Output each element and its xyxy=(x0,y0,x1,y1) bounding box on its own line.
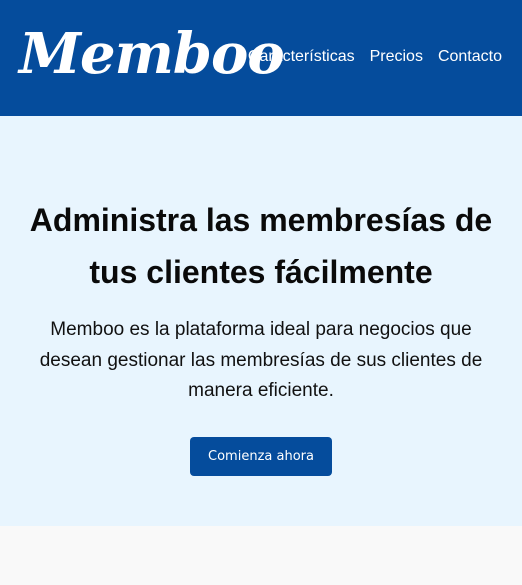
hero-section: Administra las membresías de tus cliente… xyxy=(0,116,522,526)
next-section xyxy=(0,526,522,585)
nav-link-precios[interactable]: Precios xyxy=(370,47,423,67)
hero-title: Administra las membresías de tus cliente… xyxy=(29,202,493,290)
site-header: Memboo Características Precios Contacto xyxy=(0,0,522,116)
hero-description: Memboo es la plataforma ideal para negoc… xyxy=(39,319,483,401)
get-started-button[interactable]: Comienza ahora xyxy=(190,437,332,476)
nav-link-caracteristicas[interactable]: Características xyxy=(248,47,355,67)
main-nav: Características Precios Contacto xyxy=(248,47,502,67)
memboo-logo[interactable]: Memboo xyxy=(19,22,285,86)
nav-link-contacto[interactable]: Contacto xyxy=(438,47,502,67)
